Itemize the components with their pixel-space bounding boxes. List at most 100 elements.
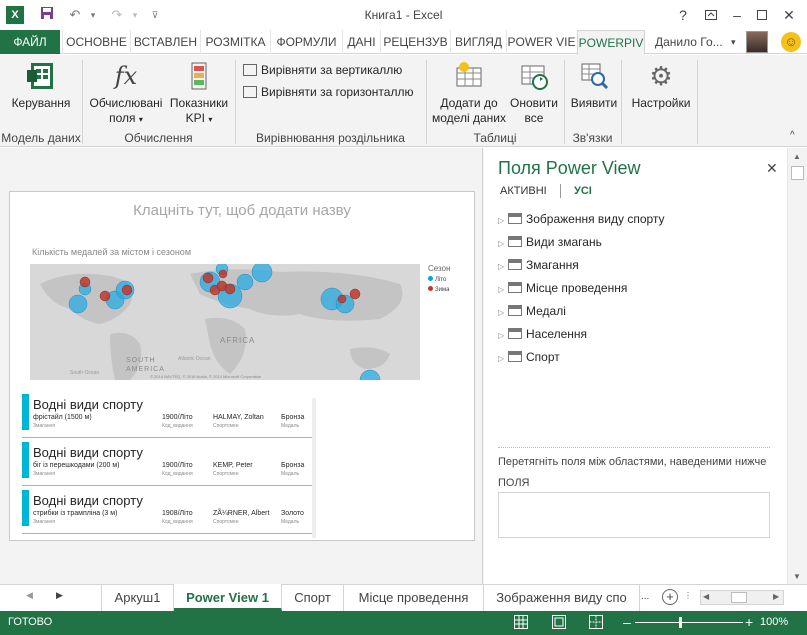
zoom-level[interactable]: 100% [760,616,788,628]
zoom-in-icon[interactable]: + [745,613,753,631]
tile-card[interactable]: Водні види спорту стрибки із трампліна (… [22,490,312,534]
normal-view-icon[interactable] [514,615,528,632]
align-vertical-button[interactable]: Вирівняти за вертикаллю [243,62,402,78]
title-placeholder[interactable]: Клацніть тут, щоб додати назву [10,202,474,219]
zoom-slider-thumb[interactable] [679,617,682,628]
help-icon[interactable]: ? [672,4,694,26]
refresh-all-button[interactable]: Оновити все [506,60,562,126]
close-icon[interactable]: ✕ [778,4,800,26]
tile-cell-label: Спортсмен [213,519,239,525]
manage-button[interactable]: Керування [6,60,76,111]
calculated-fields-label-1: Обчислювані [89,96,163,110]
tile-cell-label: Медаль [281,471,300,477]
tab-home[interactable]: ОСНОВНЕ [62,30,130,54]
tab-insert[interactable]: ВСТАВЛЕН [130,30,200,54]
add-to-model-icon [453,60,485,92]
fields-pane-title: Поля Power View [498,158,641,178]
fields-drop-area[interactable] [498,492,770,538]
horizontal-scrollbar[interactable]: ◀ ▶ [700,590,784,605]
chevron-down-icon: ▾ [208,115,213,124]
add-to-model-label-2: моделі даних [432,111,506,125]
tile-cell: ZÃ¼RNER, Albert [213,510,270,517]
tab-divider [560,184,561,198]
calculated-fields-button[interactable]: fx Обчислювані поля ▾ [86,60,166,127]
minimize-icon[interactable]: – [726,4,748,26]
expand-arrow-icon: ▷ [498,216,505,225]
field-table-item[interactable]: ▷ Населення [498,324,587,344]
user-name[interactable]: Данило Го... [655,30,723,54]
table-icon [508,328,522,339]
tab-active-fields[interactable]: АКТИВНІ [500,185,547,197]
kpi-button[interactable]: Показники KPI ▾ [166,60,232,127]
user-dropdown-icon[interactable]: ▾ [731,30,736,54]
tile-header: Водні види спорту [33,397,143,412]
tab-review[interactable]: РЕЦЕНЗУВ [380,30,450,54]
vertical-scrollbar[interactable]: ▲ ▼ [787,148,807,584]
tile-card[interactable]: Водні види спорту біг із перешкодами (20… [22,442,312,486]
tab-all-fields[interactable]: УСІ [574,185,592,197]
tab-file[interactable]: ФАЙЛ [0,30,60,54]
scroll-left-icon[interactable]: ◀ [703,592,709,601]
page-break-view-icon[interactable] [589,615,603,632]
manage-label: Керування [11,96,71,110]
pane-splitter[interactable] [498,447,770,448]
maximize-icon[interactable] [751,4,773,26]
field-table-item[interactable]: ▷ Медалі [498,301,566,321]
tab-powerpivot[interactable]: POWERPIV [577,30,645,55]
expand-arrow-icon: ▷ [498,239,505,248]
kpi-icon [183,60,215,92]
group-label-slicer-alignment: Вирівнювання роздільника [256,131,405,145]
gear-icon: ⚙ [649,61,673,91]
tab-data[interactable]: ДАНІ [342,30,380,54]
sheet-tab-venue[interactable]: Місце проведення [344,584,484,611]
scroll-down-icon[interactable]: ▼ [793,572,801,581]
tile-card[interactable]: Водні види спорту фрістайл (1500 м) 1900… [22,394,312,438]
scroll-up-icon[interactable]: ▲ [793,152,801,161]
tile-cell: Бронза [281,462,305,469]
avatar[interactable] [746,31,768,53]
tile-cell-label: Змагання [33,423,55,429]
tiles-scrollbar[interactable] [312,398,316,538]
scroll-thumb[interactable] [731,592,747,603]
group-separator [697,60,698,144]
field-table-item[interactable]: ▷ Спорт [498,347,560,367]
collapse-ribbon-icon[interactable]: ^ [790,130,795,141]
sheet-scroll-left-icon[interactable]: ◀ [26,590,33,601]
expand-arrow-icon: ▷ [498,308,505,317]
sheet-tab-sheet1[interactable]: Аркуш1 [101,584,174,611]
refresh-all-label-1: Оновити [510,96,558,110]
add-sheet-icon[interactable]: + [662,589,678,605]
settings-button[interactable]: ⚙ Настройки [628,60,694,111]
field-table-item[interactable]: ▷ Змагання [498,255,579,275]
sheet-tab-sport-image[interactable]: Зображення виду спо [484,584,640,611]
more-sheets-icon[interactable]: ⋮ [684,591,692,600]
sheet-scroll-right-icon[interactable]: ▶ [56,590,63,601]
tab-page-layout[interactable]: РОЗМІТКА [200,30,270,54]
close-icon[interactable]: ✕ [766,160,778,177]
align-horizontal-button[interactable]: Вирівняти за горизонталлю [243,84,413,100]
field-table-item[interactable]: ▷ Місце проведення [498,278,627,298]
ribbon-display-icon[interactable] [700,4,722,26]
sheet-tab-power-view-1[interactable]: Power View 1 [174,584,282,611]
feedback-smiley-icon[interactable]: ☺ [781,32,801,52]
scroll-right-icon[interactable]: ▶ [773,592,779,601]
tab-power-view[interactable]: POWER VIE [506,30,576,54]
zoom-slider[interactable] [635,622,743,623]
field-table-item[interactable]: ▷ Види змагань [498,232,602,252]
tab-view[interactable]: ВИГЛЯД [450,30,506,54]
add-to-data-model-button[interactable]: Додати до моделі даних [430,60,508,126]
scroll-thumb[interactable] [791,166,804,180]
sheet-tab-sport[interactable]: Спорт [282,584,344,611]
map-visualization[interactable]: AFRICA SOUTH AMERICA Atlantic Ocean Sout… [30,264,420,380]
page-layout-view-icon[interactable] [552,615,566,632]
zoom-out-icon[interactable]: – [623,613,631,631]
field-table-item[interactable]: ▷ Зображення виду спорту [498,209,665,229]
refresh-icon [518,60,550,92]
ellipsis-icon[interactable]: ... [641,591,649,602]
field-table-label: Населення [526,327,588,341]
tile-cell-label: Змагання [33,471,55,477]
table-icon [508,213,522,224]
settings-label: Настройки [631,96,691,110]
detect-button[interactable]: Виявити [566,60,622,111]
tab-formulas[interactable]: ФОРМУЛИ [270,30,342,54]
